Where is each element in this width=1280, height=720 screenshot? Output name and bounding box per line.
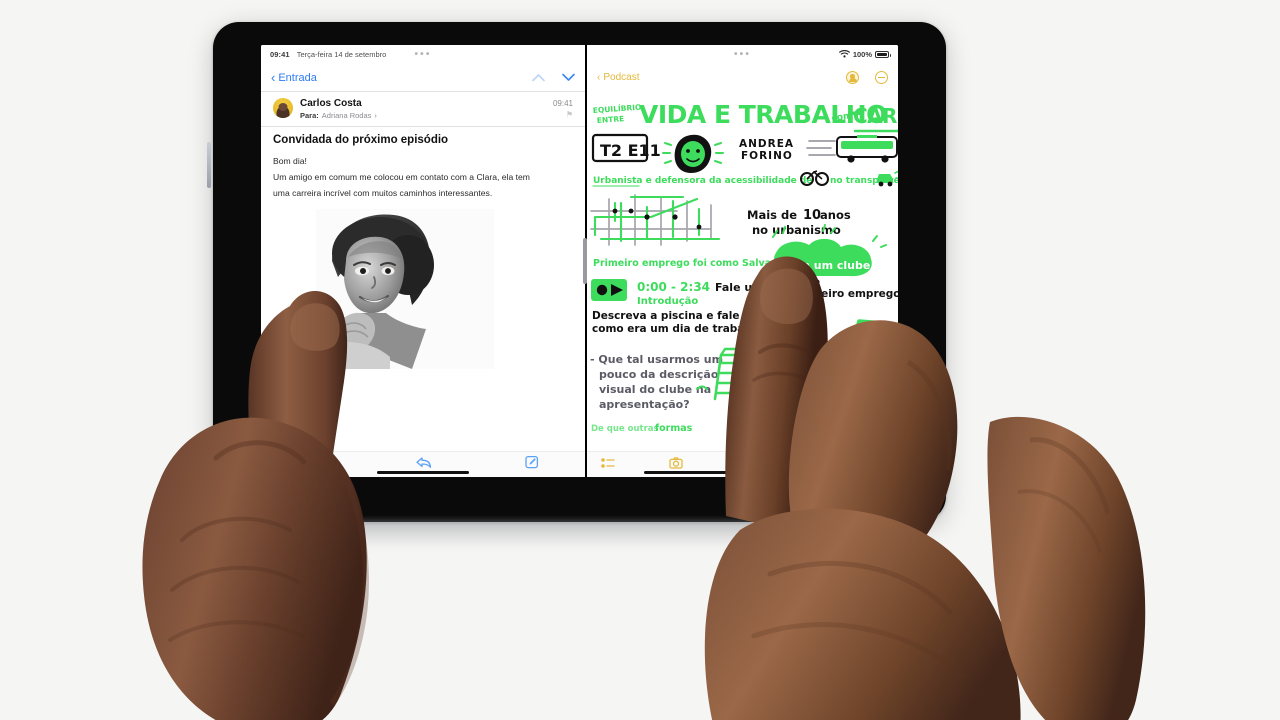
battery-full-icon <box>875 51 891 58</box>
compose-icon[interactable] <box>524 455 539 474</box>
multitask-grabber-right[interactable]: ••• <box>734 50 751 60</box>
chevron-down-icon[interactable] <box>562 69 575 87</box>
wifi-icon <box>838 49 850 60</box>
battery-percent-label: 100% <box>852 50 872 59</box>
svg-text:apresentação?: apresentação? <box>599 398 690 411</box>
svg-text:formas: formas <box>655 423 693 434</box>
notes-status-bar: ••• 100% <box>587 45 898 64</box>
message-pager <box>532 69 575 87</box>
flag-icon[interactable]: ⚑ <box>553 109 573 120</box>
status-time: 09:41 <box>270 50 290 59</box>
sender-name: Carlos Costa <box>300 98 362 109</box>
mail-status-bar: 09:41 Terça-feira 14 de setembro ••• <box>261 45 585 64</box>
back-to-podcast-folder-button[interactable]: ‹ Podcast <box>597 72 639 83</box>
svg-text:ENTRE: ENTRE <box>597 114 625 125</box>
notes-navigation-bar: ‹ Podcast <box>587 64 898 91</box>
right-hand <box>700 230 1240 720</box>
minus-circle-icon[interactable] <box>875 71 888 84</box>
svg-text:CARLOS COSTA: CARLOS COSTA <box>853 104 898 128</box>
left-hand <box>40 120 460 720</box>
status-date: Terça-feira 14 de setembro <box>296 50 387 59</box>
back-label: Entrada <box>278 71 317 84</box>
person-add-icon[interactable] <box>846 71 859 84</box>
svg-text:Urbanista e defensora da acess: Urbanista e defensora da acessibilidade … <box>593 176 812 186</box>
svg-text:visual do clube na: visual do clube na <box>599 383 711 396</box>
message-time: 09:41 <box>552 99 573 108</box>
svg-text:De que outras: De que outras <box>591 424 659 434</box>
svg-text:anos: anos <box>820 208 851 222</box>
screenshot-root: 09:41 Terça-feira 14 de setembro ••• ‹ E… <box>0 0 1280 720</box>
list-format-icon[interactable] <box>601 456 615 474</box>
split-view-drag-handle[interactable] <box>582 238 587 284</box>
svg-text:Introdução: Introdução <box>637 296 698 307</box>
chevron-left-icon: ‹ <box>597 72 601 83</box>
chevron-up-icon[interactable] <box>532 69 545 87</box>
svg-text:T2 E11: T2 E11 <box>600 141 661 160</box>
mail-navigation-bar: ‹ Entrada <box>261 64 585 91</box>
svg-text:EQUILÍBRIO: EQUILÍBRIO <box>593 103 642 115</box>
back-to-inbox-button[interactable]: ‹ Entrada <box>271 71 317 84</box>
multitask-grabber-left[interactable]: ••• <box>414 50 431 60</box>
avatar <box>273 98 293 118</box>
svg-text:ANDREA: ANDREA <box>739 138 794 150</box>
svg-text:10: 10 <box>803 208 821 223</box>
svg-text:Mais de: Mais de <box>747 208 797 222</box>
chevron-left-icon: ‹ <box>271 70 276 85</box>
notes-back-label: Podcast <box>603 72 640 83</box>
svg-text:FORINO: FORINO <box>741 150 793 162</box>
